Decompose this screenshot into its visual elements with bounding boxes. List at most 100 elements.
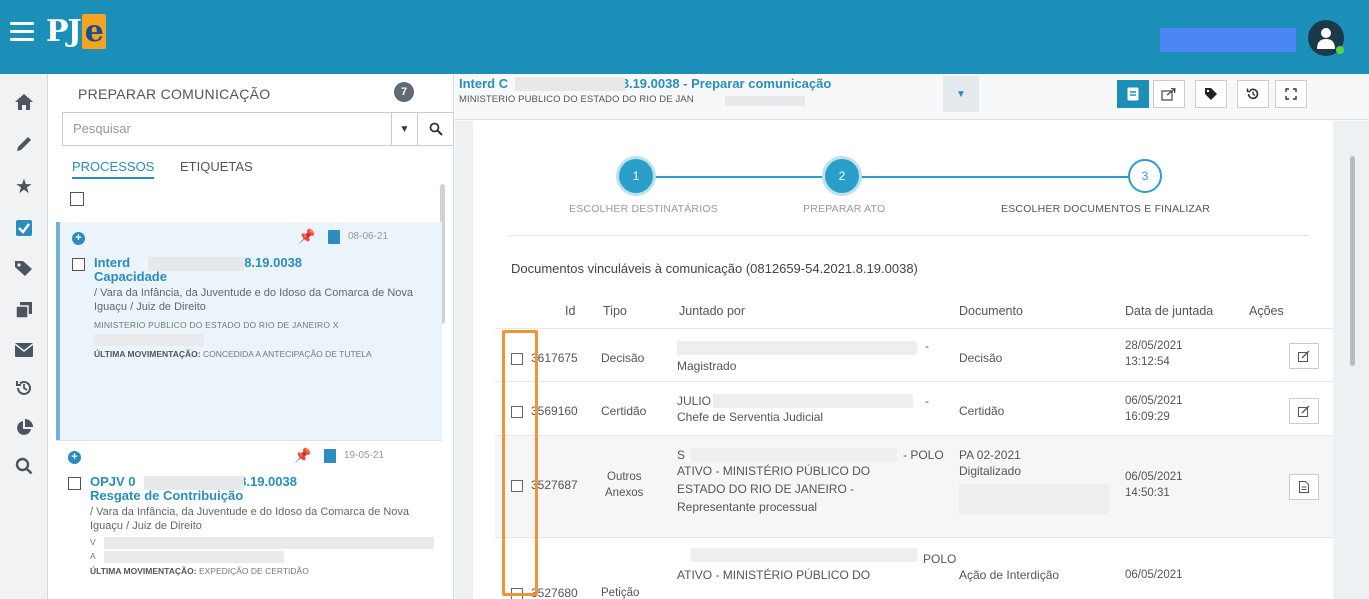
document-view-button[interactable] [1117,80,1149,108]
redacted-name [691,548,917,562]
top-bar: PJ e [0,0,1369,74]
fullscreen-icon [1285,88,1297,100]
doc-documento[interactable]: Certidão [959,404,1004,419]
step-1-label: ESCOLHER DESTINATÁRIOS [569,203,718,215]
step-connector [851,176,1131,178]
book-icon[interactable] [324,449,336,463]
star-icon[interactable]: ★ [10,172,38,200]
process-vara: / Vara da Infância, da Juventude e do Id… [90,506,409,532]
menu-icon[interactable] [10,22,34,42]
user-icon [1317,28,1335,49]
table-row[interactable]: 3527680 Petição POLO ATIVO - MINISTÉRIO … [495,537,1333,599]
tags-icon[interactable] [10,254,38,282]
home-icon[interactable] [10,88,38,116]
search-button[interactable] [418,112,454,146]
column-juntado-por: Juntado por [679,304,746,318]
column-tipo: Tipo [603,304,627,318]
doc-juntado-role: Chefe de Serventia Judicial [677,410,824,424]
process-checkbox[interactable] [72,258,85,271]
panel-title: PREPARAR COMUNICAÇÃO [78,86,271,102]
table-row[interactable]: 3617675 Decisão - Magistrado Decisão 28/… [495,328,1333,381]
doc-documento[interactable]: Decisão [959,351,1002,366]
process-card[interactable]: + 📌 08-06-21 Interd 21.8.19.0038 Capacida… [56,222,442,440]
view-document-button[interactable] [1289,474,1319,500]
redacted-name [713,394,913,408]
process-parties: MINISTERIO PUBLICO DO ESTADO DO RIO DE J… [94,320,339,330]
history-icon [1246,88,1259,100]
redacted-party [725,96,805,106]
doc-data: 06/05/2021 [1125,395,1183,407]
edit-icon [1298,350,1310,362]
doc-id: 3527687 [531,478,578,492]
checkbox-icon[interactable] [10,214,38,242]
card-date: 08-06-21 [348,231,389,242]
doc-documento[interactable]: Ação de Interdição [959,568,1059,583]
doc-documento-1[interactable]: PA 02-2021 [959,448,1021,463]
table-row[interactable]: 3527687 Outros Anexos S - POLO ATIVO - M… [495,435,1333,537]
tag-button[interactable] [1195,80,1227,108]
expand-icon[interactable]: + [68,451,81,464]
doc-juntado-name: JULIO [677,394,712,408]
redacted-party [94,334,204,346]
select-all-checkbox[interactable] [70,192,84,206]
pie-chart-icon[interactable] [10,414,38,442]
doc-data: 28/05/2021 [1125,340,1183,352]
main-area: 1 2 3 ESCOLHER DESTINATÁRIOS PREPARAR AT… [455,121,1369,599]
header-expand-button[interactable]: ▼ [943,76,979,112]
export-button[interactable] [1153,80,1185,108]
share-icon [1161,87,1176,101]
online-status-dot [1336,46,1344,54]
pencil-icon[interactable] [10,130,38,158]
process-parties-2: A [90,551,96,561]
redacted-party [104,551,284,563]
user-avatar[interactable] [1308,20,1344,56]
mail-icon[interactable] [10,336,38,364]
pin-icon[interactable]: 📌 [298,228,315,245]
doc-tipo-1: Outros [607,471,642,483]
fullscreen-button[interactable] [1275,80,1307,108]
main-scrollbar[interactable] [1350,156,1355,366]
wizard-content: 1 2 3 ESCOLHER DESTINATÁRIOS PREPARAR AT… [473,121,1333,599]
tab-etiquetas[interactable]: ETIQUETAS [180,159,253,174]
expand-icon[interactable]: + [72,232,85,245]
step-3-label: ESCOLHER DOCUMENTOS E FINALIZAR [1001,203,1211,215]
search-icon[interactable] [10,452,38,480]
step-connector [653,176,851,178]
step-1[interactable]: 1 [619,159,653,193]
documents-title: Documentos vinculáveis à comunicação (08… [511,261,918,276]
book-icon[interactable] [328,230,340,244]
column-documento: Documento [959,304,1023,318]
card-date: 19-05-21 [344,450,385,461]
table-row[interactable]: 3569160 Certidão JULIO - Chefe de Serven… [495,381,1333,435]
redacted-party [104,537,434,549]
edit-button[interactable] [1289,343,1319,369]
step-3[interactable]: 3 [1128,159,1162,193]
copy-icon[interactable] [10,296,38,324]
app-logo[interactable]: PJ e [46,14,106,52]
process-checkbox[interactable] [68,477,81,490]
pin-icon[interactable]: 📌 [294,447,311,464]
search-icon [429,122,443,136]
history-icon[interactable] [10,374,38,402]
step-2[interactable]: 2 [825,159,859,193]
doc-juntado-dash: - [925,394,929,408]
edit-button[interactable] [1289,398,1319,424]
doc-tipo: Certidão [601,404,647,418]
doc-juntado-line3: ESTADO DO RIO DE JANEIRO - [677,482,855,496]
doc-juntado-line2: ATIVO - MINISTÉRIO PÚBLICO DO [677,464,871,478]
history-button[interactable] [1237,80,1269,108]
process-parties: V [90,537,96,547]
doc-documento-2[interactable]: Digitalizado [959,464,1021,479]
tab-processos[interactable]: PROCESSOS [72,159,155,179]
process-parties-header: MINISTERIO PUBLICO DO ESTADO DO RIO DE J… [459,94,694,105]
search-filter-dropdown[interactable]: ▼ [392,112,418,146]
process-list-panel: PREPARAR COMUNICAÇÃO 7 Pesquisar ▼ PROCE… [48,74,454,599]
edit-icon [1298,405,1310,417]
process-card[interactable]: + 📌 19-05-21 OPJV 0.8.19.0038 Resgate de… [56,440,442,599]
doc-hora: 14:50:31 [1125,487,1170,499]
process-vara: / Vara da Infância, da Juventude e do Id… [94,287,413,313]
doc-id: 3617675 [531,351,578,365]
redacted-name [677,341,917,355]
doc-data: 06/05/2021 [1125,471,1183,483]
search-input[interactable]: Pesquisar [62,112,392,146]
